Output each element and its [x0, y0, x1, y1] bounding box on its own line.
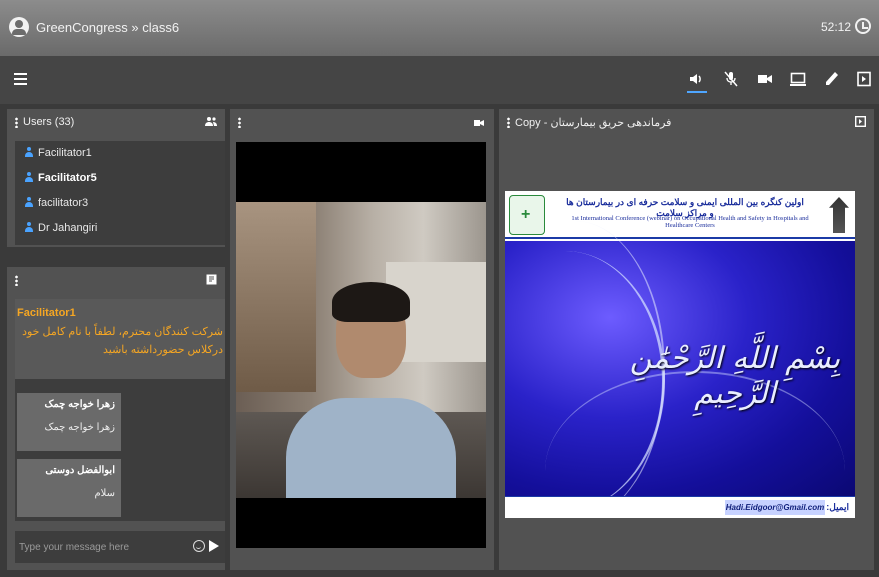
- send-icon[interactable]: [209, 540, 219, 552]
- list-item[interactable]: facilitator3: [15, 191, 225, 216]
- message-author: Facilitator1: [17, 307, 76, 319]
- user-icon: [25, 147, 33, 157]
- session-timer: 52:12: [820, 20, 851, 34]
- speaker-icon[interactable]: [687, 70, 707, 93]
- document-title: فرماندهی حریق بیمارستان - Copy: [515, 117, 672, 129]
- video-panel-header: [230, 109, 494, 135]
- users-panel-header: Users (33): [7, 109, 225, 135]
- panel-menu-icon[interactable]: [15, 117, 18, 128]
- hamburger-menu-icon[interactable]: [14, 73, 27, 85]
- presentation-panel-header: فرماندهی حریق بیمارستان - Copy: [499, 109, 874, 135]
- user-name: Facilitator5: [38, 172, 97, 184]
- panel-menu-icon[interactable]: [507, 117, 510, 128]
- chat-message: ابوالفضل دوستی سلام: [17, 459, 121, 517]
- message-text: شرکت کنندگان محترم، لطفاً با نام کامل خو…: [22, 326, 223, 356]
- user-name: facilitator3: [38, 197, 89, 209]
- users-list: Facilitator1 Facilitator5 facilitator3 D…: [15, 141, 225, 245]
- message-author: ابوالفضل دوستی: [45, 465, 115, 476]
- toolbar: [0, 56, 879, 104]
- mic-off-icon[interactable]: [722, 70, 740, 88]
- user-avatar-icon[interactable]: [9, 17, 29, 37]
- user-icon: [25, 197, 33, 207]
- slide-title-en: 1st International Conference (webinar) o…: [571, 215, 809, 229]
- user-name: Facilitator1: [38, 147, 92, 159]
- list-item[interactable]: Dr Jahangiri: [15, 216, 225, 241]
- list-item[interactable]: Facilitator5: [15, 166, 225, 191]
- screen-share-icon[interactable]: [789, 70, 807, 88]
- list-item[interactable]: Facilitator1: [15, 141, 225, 166]
- footer-email: Hadi.Eidgoor@Gmail.com: [725, 500, 825, 515]
- slide-calligraphy: بِسْمِ اللَّهِ الرَّحْمَٰنِ الرَّحِيمِ: [629, 341, 841, 411]
- page-title: GreenCongress » class6: [36, 20, 180, 35]
- clock-icon: [855, 18, 871, 34]
- congress-logo: [509, 195, 545, 235]
- chat-input-bar: [15, 531, 225, 563]
- slide-body: بِسْمِ اللَّهِ الرَّحْمَٰنِ الرَّحِيمِ: [505, 221, 855, 518]
- presentation-panel: فرماندهی حریق بیمارستان - Copy اولین کنگ…: [498, 108, 875, 571]
- panel-menu-icon[interactable]: [15, 275, 18, 286]
- chat-icon: [206, 274, 217, 288]
- footer-label: ایمیل:: [826, 502, 849, 512]
- chat-messages: Facilitator1 شرکت کنندگان محترم، لطفاً ب…: [15, 299, 225, 521]
- video-panel: [229, 108, 495, 571]
- fullscreen-icon[interactable]: [854, 115, 867, 130]
- chat-message-input[interactable]: [19, 537, 189, 557]
- user-name: Dr Jahangiri: [38, 222, 98, 234]
- video-camera-icon[interactable]: [474, 118, 484, 130]
- camera-icon[interactable]: [756, 70, 774, 88]
- user-icon: [25, 222, 33, 232]
- message-text: زهرا خواجه چمک: [44, 422, 115, 433]
- user-icon: [25, 172, 33, 182]
- chat-panel-header: [7, 267, 225, 293]
- message-author: زهرا خواجه چمک: [44, 399, 115, 410]
- video-feed: [236, 202, 486, 498]
- users-panel: Users (33) Facilitator1 Facilitator5 fac…: [6, 108, 226, 248]
- title-bar: GreenCongress » class6 52:12: [0, 0, 879, 56]
- chat-message: Facilitator1 شرکت کنندگان محترم، لطفاً ب…: [15, 299, 225, 379]
- chat-panel: Facilitator1 شرکت کنندگان محترم، لطفاً ب…: [6, 266, 226, 571]
- message-text: سلام: [94, 488, 115, 499]
- exit-icon[interactable]: [855, 70, 873, 88]
- webcam-video[interactable]: [236, 142, 486, 548]
- pen-icon[interactable]: [822, 70, 840, 88]
- university-logo: [829, 197, 849, 233]
- group-icon[interactable]: [205, 116, 217, 129]
- users-panel-title: Users (33): [23, 116, 75, 128]
- slide-footer: Hadi.Eidgoor@Gmail.com ایمیل:: [505, 496, 855, 518]
- chat-message: زهرا خواجه چمک زهرا خواجه چمک: [17, 393, 121, 451]
- panel-menu-icon[interactable]: [238, 117, 241, 128]
- emoji-icon[interactable]: [193, 540, 205, 552]
- presentation-slide[interactable]: اولین کنگره بین المللی ایمنی و سلامت حرف…: [505, 191, 855, 518]
